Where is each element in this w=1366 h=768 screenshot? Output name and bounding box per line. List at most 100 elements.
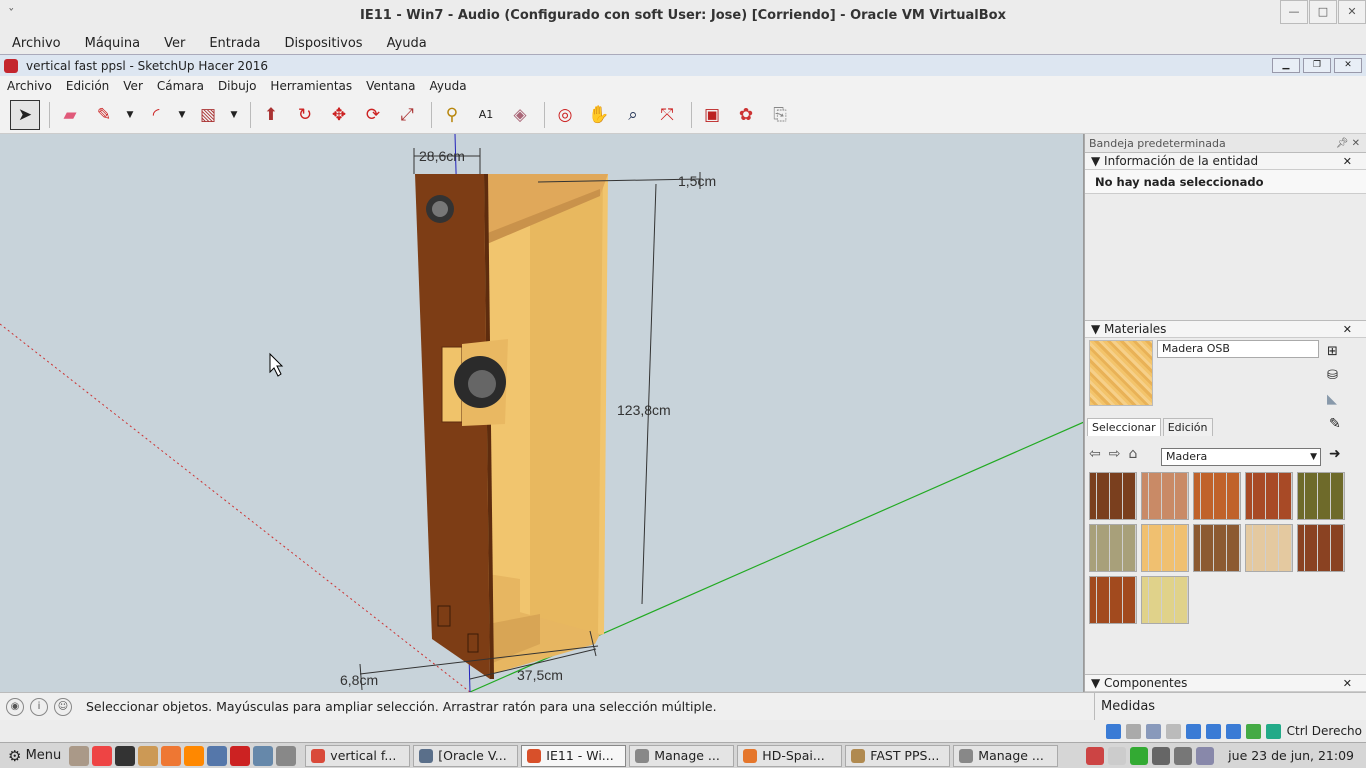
usb-icon[interactable] (1185, 723, 1201, 739)
material-swatch[interactable] (1141, 524, 1189, 572)
minimize-button[interactable]: — (1280, 0, 1308, 24)
back-icon[interactable]: ⇦ (1089, 446, 1101, 462)
clipboard-icon[interactable] (1108, 746, 1127, 765)
measurements-box[interactable]: Medidas (1094, 693, 1155, 721)
close-icon[interactable]: ✕ (1343, 677, 1352, 690)
warehouse-icon[interactable]: ▣ (697, 100, 727, 130)
home-icon[interactable]: ⌂ (1128, 446, 1137, 462)
network-signal-icon[interactable] (1174, 746, 1193, 765)
capture-icon[interactable] (1245, 723, 1261, 739)
chevron-down-icon[interactable]: ▼ (175, 100, 189, 130)
chrome-icon[interactable] (92, 745, 113, 766)
library-select[interactable]: Madera ▼ (1161, 448, 1321, 466)
tab-edicion[interactable]: Edición (1162, 418, 1213, 436)
material-swatch[interactable] (1193, 524, 1241, 572)
audio-app-icon[interactable] (253, 745, 274, 766)
vbox-menu-entrada[interactable]: Entrada (197, 36, 272, 51)
hdd-icon[interactable] (1105, 723, 1121, 739)
shared-folder-icon[interactable] (1205, 723, 1221, 739)
select-icon[interactable]: ➤ (10, 99, 40, 130)
orbit-icon[interactable]: ◎ (550, 100, 580, 130)
arc-icon[interactable]: ◜ (141, 100, 171, 130)
entity-info-header[interactable]: ▼ Información de la entidad ✕ (1085, 152, 1366, 170)
material-swatch[interactable] (1297, 524, 1345, 572)
su-menu-dibujo[interactable]: Dibujo (211, 79, 263, 93)
su-menu-ver[interactable]: Ver (116, 79, 150, 93)
eyedropper-icon[interactable]: ✎ (1329, 416, 1341, 432)
close-icon[interactable]: ✕ (1343, 155, 1352, 168)
vbox-menu-ayuda[interactable]: Ayuda (375, 36, 439, 51)
display-icon[interactable] (1225, 723, 1241, 739)
material-swatch[interactable] (1245, 472, 1293, 520)
su-menu-archivo[interactable]: Archivo (0, 79, 59, 93)
details-icon[interactable]: ➜ (1329, 446, 1341, 462)
maximize-button[interactable]: □ (1309, 0, 1337, 24)
paint-bucket-icon[interactable]: ◈ (505, 100, 535, 130)
mouse-icon[interactable] (1265, 723, 1281, 739)
su-menu-ayuda[interactable]: Ayuda (422, 79, 473, 93)
material-swatch[interactable] (1193, 472, 1241, 520)
components-header[interactable]: ▼ Componentes ✕ (1085, 674, 1366, 692)
start-menu-button[interactable]: ⚙ Menu (8, 747, 61, 765)
folder-icon[interactable] (138, 745, 159, 766)
vbox-tray-icon[interactable] (1130, 746, 1149, 765)
vbox-menu-icon[interactable]: ˇ (8, 0, 15, 32)
vbox-menu-dispositivos[interactable]: Dispositivos (272, 36, 374, 51)
drawing-viewport[interactable]: 28,6cm 1,5cm 123,8cm 37,5cm 6,8cm (0, 134, 1084, 692)
su-close-button[interactable]: ✕ (1334, 58, 1362, 73)
su-menu-herramientas[interactable]: Herramientas (263, 79, 359, 93)
taskbar-task[interactable]: vertical f... (305, 744, 411, 767)
zoom-extents-icon[interactable]: ⤧ (652, 100, 682, 130)
su-restore-button[interactable]: ❐ (1303, 58, 1331, 73)
files-icon[interactable] (69, 745, 90, 766)
rectangle-icon[interactable]: ▧ (193, 100, 223, 130)
pan-icon[interactable]: ✋ (584, 100, 614, 130)
material-swatch[interactable] (1141, 576, 1189, 624)
sample-icon[interactable]: ◣ (1327, 388, 1338, 412)
eraser-icon[interactable]: ▰ (55, 100, 85, 130)
su-minimize-button[interactable]: ▁ (1272, 58, 1300, 73)
move-icon[interactable]: ✥ (324, 100, 354, 130)
rotate-icon[interactable]: ⟳ (358, 100, 388, 130)
info-icon[interactable]: i (30, 697, 48, 716)
taskbar-task[interactable]: Manage ... (953, 744, 1059, 767)
shield-icon[interactable] (1086, 746, 1105, 765)
taskbar-task[interactable]: IE11 - Wi... (521, 744, 627, 767)
share-model-icon[interactable]: ⎘ (765, 100, 795, 130)
audio-icon[interactable] (1145, 723, 1161, 739)
taskbar-task[interactable]: HD-Spai... (737, 744, 843, 767)
create-material-icon[interactable]: ⊞ (1327, 340, 1338, 364)
pencil-icon[interactable]: ✎ (89, 100, 119, 130)
push-pull-icon[interactable]: ⬆ (256, 100, 286, 130)
pin-icon[interactable]: 📌︎ ✕ (1336, 138, 1360, 149)
su-menu-edicion[interactable]: Edición (59, 79, 116, 93)
terminal-icon[interactable] (115, 745, 136, 766)
user-icon[interactable]: ☺ (54, 697, 72, 716)
paint-icon[interactable]: ⛁ (1327, 364, 1338, 388)
vlc-icon[interactable] (184, 745, 205, 766)
network-icon[interactable] (1165, 723, 1181, 739)
material-swatch[interactable] (1141, 472, 1189, 520)
material-swatch[interactable] (1297, 472, 1345, 520)
clock[interactable]: jue 23 de jun, 21:09 (1228, 748, 1354, 763)
close-button[interactable]: ✕ (1338, 0, 1366, 24)
su-menu-camara[interactable]: Cámara (150, 79, 211, 93)
close-icon[interactable]: ✕ (1343, 323, 1352, 336)
tape-measure-icon[interactable]: ⚲ (437, 100, 467, 130)
update-icon[interactable] (1152, 746, 1171, 765)
volume-icon[interactable] (1196, 746, 1215, 765)
chevron-down-icon[interactable]: ▼ (227, 100, 241, 130)
filezilla-icon[interactable] (230, 745, 251, 766)
taskbar-task[interactable]: Manage ... (629, 744, 735, 767)
su-menu-ventana[interactable]: Ventana (359, 79, 422, 93)
material-swatch[interactable] (1089, 576, 1137, 624)
vbox-menu-ver[interactable]: Ver (152, 36, 197, 51)
material-swatch[interactable] (1089, 524, 1137, 572)
scale-icon[interactable]: ⤢ (392, 100, 422, 130)
vbox-menu-maquina[interactable]: Máquina (73, 36, 153, 51)
forward-icon[interactable]: ⇨ (1109, 446, 1121, 462)
virtualbox-icon[interactable] (207, 745, 228, 766)
material-preview[interactable] (1089, 340, 1153, 406)
fb-icon[interactable] (276, 745, 297, 766)
taskbar-task[interactable]: FAST PPS... (845, 744, 951, 767)
